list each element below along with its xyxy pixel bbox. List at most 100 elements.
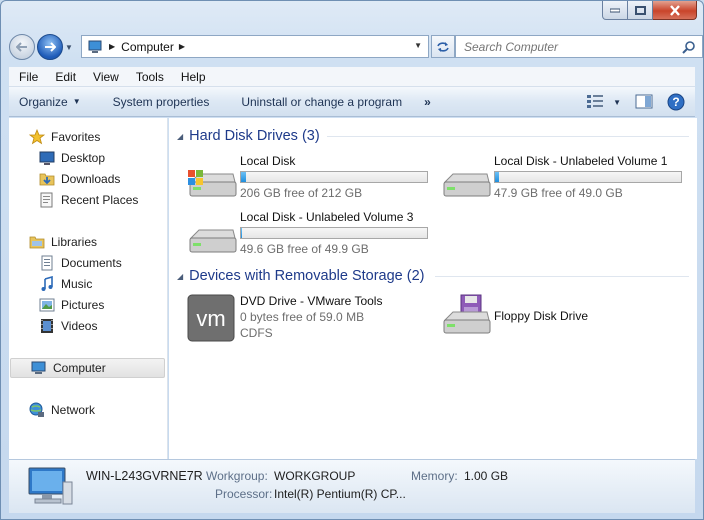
workgroup-label: Workgroup: bbox=[206, 469, 268, 483]
navigation-pane: Favorites Desktop Downloads Recent Place… bbox=[9, 118, 168, 459]
drive-item[interactable]: vm DVD Drive - VMware Tools 0 bytes free… bbox=[187, 294, 437, 360]
drive-name: Local Disk - Unlabeled Volume 1 bbox=[494, 154, 668, 168]
group-title: Devices with Removable Storage (2) bbox=[189, 268, 425, 284]
menu-help[interactable]: Help bbox=[171, 70, 213, 84]
search-icon[interactable] bbox=[682, 40, 696, 54]
sidebar-item-videos[interactable]: Videos bbox=[9, 316, 167, 336]
sidebar-item-documents[interactable]: Documents bbox=[9, 253, 167, 273]
star-icon bbox=[29, 129, 45, 145]
workgroup-value: WORKGROUP bbox=[274, 469, 356, 483]
maximize-icon bbox=[634, 5, 646, 15]
sidebar-item-label: Videos bbox=[61, 319, 98, 333]
recent-pages-dropdown[interactable]: ▼ bbox=[63, 36, 75, 58]
computer-icon bbox=[28, 467, 73, 505]
view-controls: ▼ ? bbox=[587, 93, 685, 111]
sidebar-item-recent-places[interactable]: Recent Places bbox=[9, 190, 167, 210]
documents-icon bbox=[39, 255, 55, 271]
breadcrumb-expand-icon[interactable]: ▶ bbox=[179, 42, 185, 51]
refresh-button[interactable] bbox=[431, 35, 455, 58]
address-bar[interactable]: ▶ Computer ▶ ▼ bbox=[81, 35, 429, 58]
drive-item[interactable]: Local Disk 206 GB free of 212 GB bbox=[187, 154, 437, 204]
menu-bar: File Edit View Tools Help bbox=[9, 67, 695, 87]
sidebar-item-label: Network bbox=[51, 403, 96, 417]
view-caret-icon: ▼ bbox=[613, 97, 621, 107]
maximize-button[interactable] bbox=[628, 1, 653, 20]
search-input[interactable] bbox=[464, 39, 674, 54]
organize-label: Organize bbox=[19, 94, 68, 109]
sidebar-item-label: Music bbox=[61, 277, 93, 291]
network-icon bbox=[29, 402, 45, 418]
breadcrumb-computer[interactable]: Computer bbox=[121, 40, 174, 54]
menu-file[interactable]: File bbox=[9, 70, 45, 84]
menu-edit[interactable]: Edit bbox=[45, 70, 83, 84]
drive-free-space: 47.9 GB free of 49.0 GB bbox=[494, 186, 623, 200]
change-view-button[interactable]: ▼ bbox=[587, 95, 621, 109]
menu-view[interactable]: View bbox=[83, 70, 126, 84]
drive-item[interactable]: Local Disk - Unlabeled Volume 1 47.9 GB … bbox=[441, 154, 691, 204]
computer-icon bbox=[88, 40, 102, 53]
drive-filesystem: CDFS bbox=[240, 326, 273, 340]
sidebar-item-desktop[interactable]: Desktop bbox=[9, 148, 167, 168]
close-icon bbox=[669, 4, 680, 16]
drive-usage-bar bbox=[240, 171, 428, 183]
group-divider bbox=[435, 276, 689, 277]
libraries-icon bbox=[29, 234, 45, 250]
floppy-drive-icon bbox=[443, 294, 491, 334]
menu-tools[interactable]: Tools bbox=[126, 70, 171, 84]
sidebar-item-label: Documents bbox=[61, 256, 122, 270]
refresh-icon bbox=[437, 41, 449, 52]
sidebar-item-label: Computer bbox=[53, 361, 106, 375]
windows-drive-icon bbox=[188, 170, 237, 197]
search-box[interactable] bbox=[455, 35, 703, 58]
svg-text:?: ? bbox=[672, 95, 679, 109]
view-options-icon bbox=[587, 95, 604, 108]
drive-free-space: 0 bytes free of 59.0 MB bbox=[240, 310, 365, 324]
drive-free-space: 49.6 GB free of 49.9 GB bbox=[240, 242, 369, 256]
sidebar-item-favorites[interactable]: Favorites bbox=[9, 127, 167, 147]
recent-places-icon bbox=[39, 192, 55, 208]
group-hard-disk-drives[interactable]: ◢ Hard Disk Drives (3) bbox=[177, 126, 689, 146]
caption-buttons bbox=[602, 1, 697, 20]
sidebar-item-downloads[interactable]: Downloads bbox=[9, 169, 167, 189]
details-pane: WIN-L243GVRNE7R Workgroup: WORKGROUP Mem… bbox=[9, 459, 695, 513]
collapse-arrow-icon[interactable]: ◢ bbox=[177, 272, 183, 281]
group-title: Hard Disk Drives (3) bbox=[189, 128, 320, 144]
drive-item[interactable]: Floppy Disk Drive bbox=[441, 294, 691, 344]
back-button[interactable] bbox=[9, 34, 35, 60]
forward-button[interactable] bbox=[37, 34, 63, 60]
group-removable-storage[interactable]: ◢ Devices with Removable Storage (2) bbox=[177, 266, 689, 286]
sidebar-item-label: Libraries bbox=[51, 235, 98, 249]
drive-item[interactable]: Local Disk - Unlabeled Volume 3 49.6 GB … bbox=[187, 210, 437, 260]
help-icon[interactable]: ? bbox=[667, 93, 685, 111]
drive-name: Local Disk - Unlabeled Volume 3 bbox=[240, 210, 414, 224]
sidebar-item-pictures[interactable]: Pictures bbox=[9, 295, 167, 315]
minimize-button[interactable] bbox=[602, 1, 628, 20]
system-properties-button[interactable]: System properties bbox=[95, 95, 224, 109]
processor-label: Processor: bbox=[215, 487, 273, 501]
drive-name: DVD Drive - VMware Tools bbox=[240, 294, 383, 308]
explorer-window: ▼ ▶ Computer ▶ ▼ File Ed bbox=[0, 0, 704, 520]
forward-arrow-icon bbox=[45, 42, 56, 52]
sidebar-item-computer[interactable]: Computer bbox=[10, 358, 165, 378]
more-commands-button[interactable]: » bbox=[416, 95, 431, 109]
drive-free-space: 206 GB free of 212 GB bbox=[240, 186, 363, 200]
drive-usage-bar bbox=[494, 171, 682, 183]
sidebar-item-libraries[interactable]: Libraries bbox=[9, 232, 167, 252]
sidebar-item-network[interactable]: Network bbox=[9, 400, 167, 420]
collapse-arrow-icon[interactable]: ◢ bbox=[177, 132, 183, 141]
drive-usage-bar bbox=[240, 227, 428, 239]
breadcrumb-separator-icon: ▶ bbox=[109, 42, 116, 51]
sidebar-item-music[interactable]: Music bbox=[9, 274, 167, 294]
drive-usage-fill bbox=[495, 172, 500, 182]
videos-icon bbox=[39, 318, 55, 334]
close-button[interactable] bbox=[653, 1, 697, 20]
hard-drive-icon bbox=[443, 173, 491, 197]
preview-pane-icon[interactable] bbox=[635, 94, 653, 110]
address-dropdown-icon[interactable]: ▼ bbox=[414, 41, 422, 50]
uninstall-program-button[interactable]: Uninstall or change a program bbox=[223, 95, 416, 109]
hard-drive-icon bbox=[189, 229, 237, 253]
desktop-icon bbox=[39, 150, 55, 166]
sidebar-item-label: Pictures bbox=[61, 298, 105, 312]
drive-usage-fill bbox=[241, 228, 243, 238]
organize-button[interactable]: Organize ▼ bbox=[9, 95, 95, 109]
